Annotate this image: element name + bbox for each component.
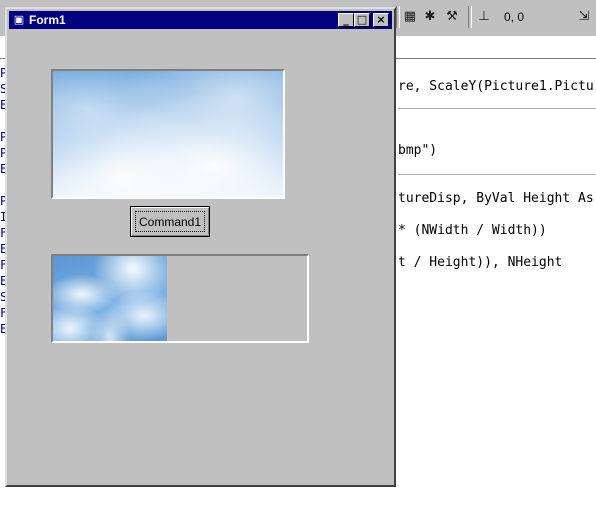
code-line: re, ScaleY(Picture1.Pictu — [398, 79, 594, 94]
minimize-button[interactable]: _ — [338, 13, 354, 27]
procedure-separator — [398, 108, 596, 109]
position-readout: 0, 0 — [504, 10, 525, 24]
picture1-sky-image — [51, 69, 285, 199]
maximize-button[interactable]: □ — [354, 13, 370, 27]
command1-button[interactable]: Command1 — [130, 206, 210, 237]
form-icon: ▣ — [13, 13, 25, 26]
picture2-resized-sky-image — [53, 256, 167, 341]
grid-icon[interactable]: ▦ — [400, 6, 420, 26]
title-bar[interactable]: ▣ Form1 _ □ × — [9, 11, 392, 29]
toolbox-icon[interactable]: ✱ — [420, 6, 440, 26]
window-title: Form1 — [29, 13, 66, 27]
screen: ▦ ✱ ⚒ ⊥ 0, 0 ⇲ P S E P P E P I F E F E S… — [0, 0, 596, 512]
size-icon: ⇲ — [578, 8, 590, 24]
code-line: bmp") — [398, 143, 438, 158]
code-line: * (NWidth / Width)) — [398, 223, 547, 238]
picture2-box — [51, 254, 309, 343]
close-button[interactable]: × — [373, 13, 389, 27]
form1-window[interactable]: ▣ Form1 _ □ × Command1 — [5, 7, 396, 487]
toolbar-separator — [468, 6, 472, 28]
code-line: t / Height)), NHeight — [398, 255, 563, 270]
position-icon: ⊥ — [478, 8, 490, 24]
code-line: tureDisp, ByVal Height As — [398, 191, 594, 206]
tools-icon[interactable]: ⚒ — [442, 6, 462, 26]
procedure-separator — [398, 174, 596, 175]
command1-label: Command1 — [135, 211, 205, 232]
